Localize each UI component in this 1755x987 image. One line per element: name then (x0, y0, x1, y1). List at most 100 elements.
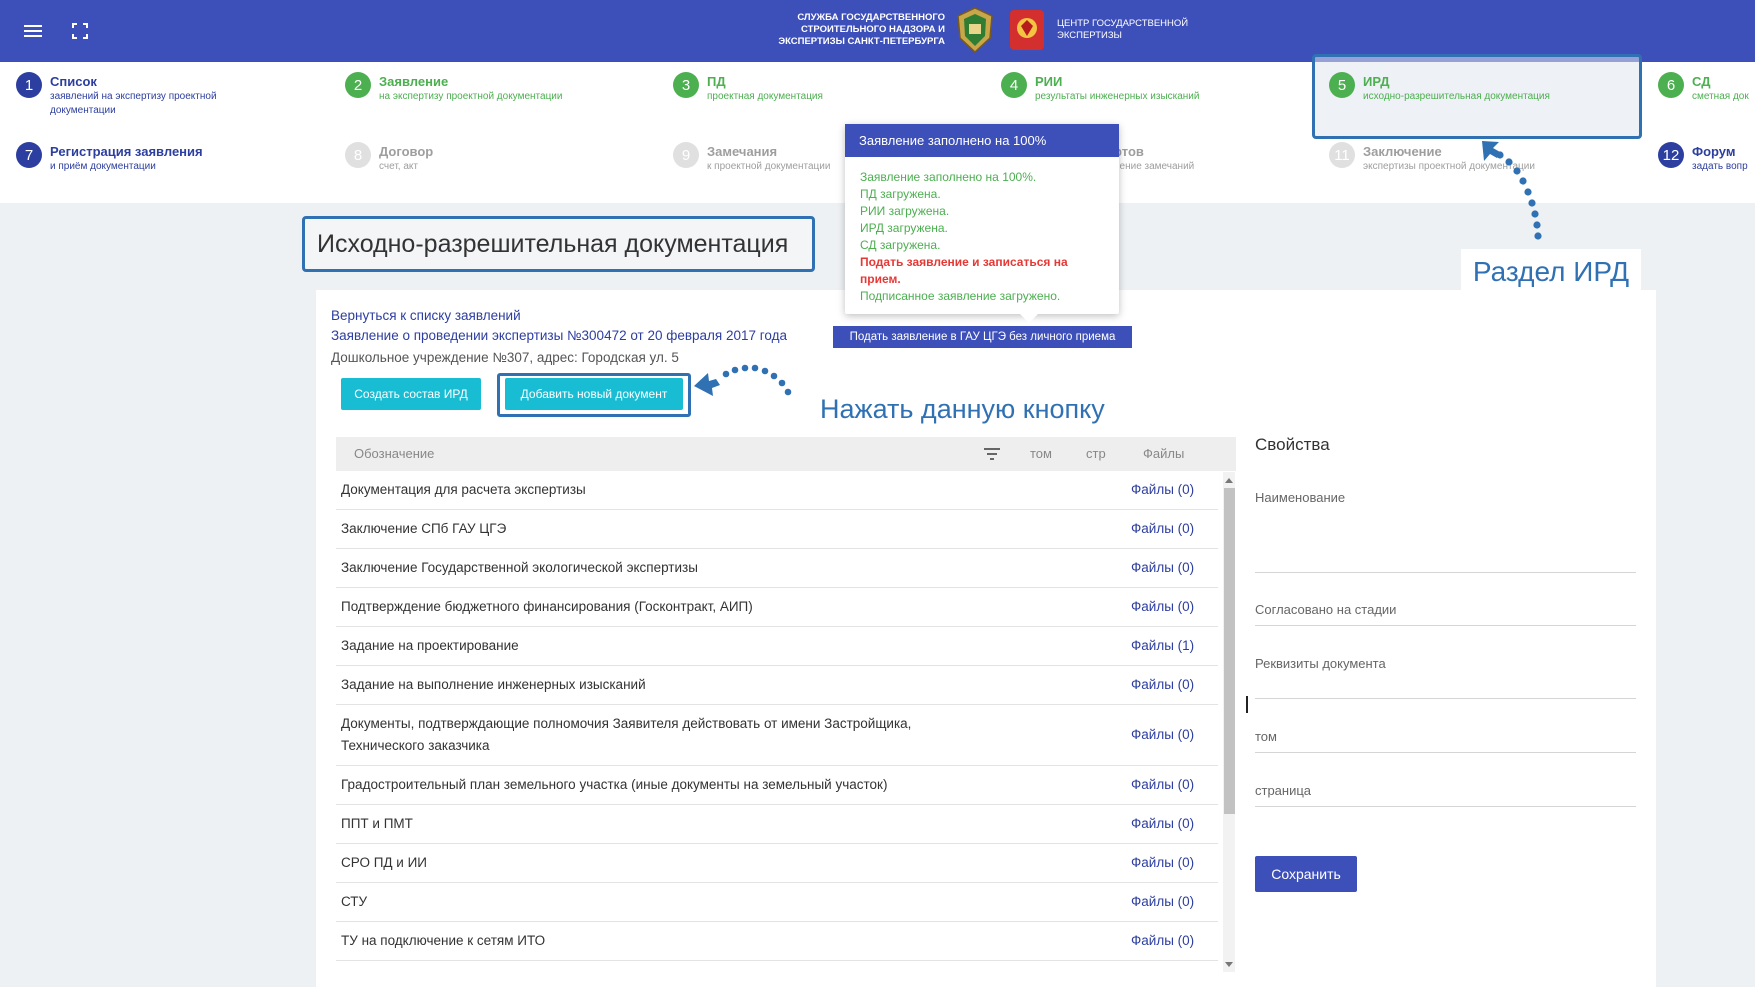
row-name: СТУ (341, 894, 368, 909)
step-title: Форум (1692, 144, 1736, 159)
submit-without-visit-button[interactable]: Подать заявление в ГАУ ЦГЭ без личного п… (833, 326, 1132, 348)
tooltip-title: Заявление заполнено на 100% (845, 124, 1119, 157)
step-title: Регистрация заявления (50, 144, 203, 159)
tooltip-line: Подписанное заявление загружено. (860, 289, 1061, 303)
row-name: Подтверждение бюджетного финансирования … (341, 599, 753, 614)
step-subtitle: проектная документация (707, 91, 823, 102)
table-row[interactable]: СРО ПД и ИИ Файлы (0) (336, 844, 1218, 883)
add-document-button[interactable]: Добавить новый документ (505, 378, 683, 410)
col-page[interactable]: стр (1086, 446, 1106, 461)
volume-input[interactable] (1255, 752, 1636, 753)
step-forum[interactable]: 12 Форум задать вопр (1658, 142, 1748, 174)
step-subtitle: сметная док (1692, 91, 1749, 102)
row-files-link[interactable]: Файлы (1) (1131, 638, 1194, 653)
step-conclusion[interactable]: 11 Заключение экспертизы проектной докум… (1329, 142, 1535, 174)
tooltip-warning: Подать заявление и записаться на прием. (860, 255, 1068, 286)
name-input[interactable] (1255, 572, 1636, 573)
step-number: 7 (16, 142, 42, 168)
step-number: 5 (1329, 72, 1355, 98)
row-files-link[interactable]: Файлы (0) (1131, 777, 1194, 792)
step-title: ртов (1114, 144, 1144, 159)
annotation-click-button: Нажать данную кнопку (820, 394, 1105, 424)
stage-label: Согласовано на стадии (1255, 602, 1397, 617)
back-to-list-link[interactable]: Вернуться к списку заявлений (331, 308, 521, 323)
step-title: ИРД (1363, 74, 1390, 89)
gosstroynadzor-emblem-icon (955, 6, 995, 54)
step-remarks[interactable]: 9 Замечания к проектной документации (673, 142, 830, 174)
step-subtitle: счет, акт (379, 161, 418, 172)
row-files-link[interactable]: Файлы (0) (1131, 816, 1194, 831)
table-row[interactable]: ППТ и ПМТ Файлы (0) (336, 805, 1218, 844)
step-number: 8 (345, 142, 371, 168)
row-name: Градостроительный план земельного участк… (341, 777, 888, 792)
step-title: Заключение (1363, 144, 1442, 159)
step-application[interactable]: 2 Заявление на экспертизу проектной доку… (345, 72, 562, 104)
step-title: Список (50, 74, 97, 89)
step-subtitle: результаты инженерных изысканий (1035, 91, 1200, 102)
table-row[interactable]: Подтверждение бюджетного финансирования … (336, 588, 1218, 627)
table-row[interactable]: Заключение Государственной экологической… (336, 549, 1218, 588)
col-designation[interactable]: Обозначение (354, 446, 434, 461)
step-registration[interactable]: 7 Регистрация заявления и приём документ… (16, 142, 203, 174)
tooltip-line: ИРД загружена. (860, 221, 948, 235)
stage-input[interactable] (1255, 625, 1636, 626)
table-row[interactable]: Документы, подтверждающие полномочия Зая… (336, 705, 1218, 766)
row-name: Задание на выполнение инженерных изыскан… (341, 677, 646, 692)
application-link[interactable]: Заявление о проведении экспертизы №30047… (331, 328, 787, 343)
table-row[interactable]: Задание на проектирование Файлы (1) (336, 627, 1218, 666)
col-files[interactable]: Файлы (1143, 446, 1184, 461)
row-files-link[interactable]: Файлы (0) (1131, 894, 1194, 909)
table-row[interactable]: ТУ на подключение к сетям ИТО Файлы (0) (336, 922, 1218, 961)
step-rii[interactable]: 4 РИИ результаты инженерных изысканий (1001, 72, 1199, 104)
fullscreen-icon[interactable] (67, 18, 93, 44)
row-files-link[interactable]: Файлы (0) (1131, 933, 1194, 948)
table-row[interactable]: СТУ Файлы (0) (336, 883, 1218, 922)
row-files-link[interactable]: Файлы (0) (1131, 482, 1194, 497)
step-list[interactable]: 1 Список заявлений на экспертизу проектн… (16, 72, 217, 118)
hamburger-icon[interactable] (20, 18, 46, 44)
row-name: Заключение Государственной экологической… (341, 560, 698, 575)
requisites-label: Реквизиты документа (1255, 656, 1386, 671)
step-number: 11 (1329, 142, 1355, 168)
step-number: 3 (673, 72, 699, 98)
tooltip-line: РИИ загружена. (860, 204, 950, 218)
row-files-link[interactable]: Файлы (0) (1131, 677, 1194, 692)
org-name-left: СЛУЖБА ГОСУДАРСТВЕННОГО СТРОИТЕЛЬНОГО НА… (778, 12, 945, 47)
table-scrollbar-thumb[interactable] (1224, 488, 1235, 814)
tooltip-line: ПД загружена. (860, 187, 941, 201)
requisites-input[interactable] (1255, 698, 1636, 699)
row-name-line2: Технического заказчика (341, 738, 490, 753)
table-row[interactable]: Документация для расчета экспертизы Файлы… (336, 471, 1218, 510)
table-row[interactable]: Заключение СПб ГАУ ЦГЭ Файлы (0) (336, 510, 1218, 549)
step-title: СД (1692, 74, 1711, 89)
step-responses[interactable]: ртов нение замечаний (1114, 142, 1194, 174)
properties-title: Свойства (1255, 435, 1330, 454)
step-pd[interactable]: 3 ПД проектная документация (673, 72, 823, 104)
row-name: Документация для расчета экспертизы (341, 482, 586, 497)
row-files-link[interactable]: Файлы (0) (1131, 521, 1194, 536)
table-row[interactable]: Градостроительный план земельного участк… (336, 766, 1218, 805)
create-ird-button[interactable]: Создать состав ИРД (341, 378, 481, 410)
save-button[interactable]: Сохранить (1255, 856, 1357, 892)
row-files-link[interactable]: Файлы (0) (1131, 855, 1194, 870)
step-subtitle: экспертизы проектной документации (1363, 161, 1535, 172)
row-files-link[interactable]: Файлы (0) (1131, 599, 1194, 614)
filter-icon[interactable] (984, 447, 1000, 464)
step-subtitle: заявлений на экспертизу проектной (50, 91, 217, 102)
row-name: ППТ и ПМТ (341, 816, 413, 831)
step-sd[interactable]: 6 СД сметная док (1658, 72, 1749, 104)
row-files-link[interactable]: Файлы (0) (1131, 560, 1194, 575)
step-contract[interactable]: 8 Договор счет, акт (345, 142, 433, 174)
col-volume[interactable]: том (1030, 446, 1052, 461)
row-files-link[interactable]: Файлы (0) (1131, 727, 1194, 742)
page-input[interactable] (1255, 806, 1636, 807)
document-list: Документация для расчета экспертизы Файлы… (336, 471, 1218, 961)
step-number: 12 (1658, 142, 1684, 168)
row-name: Документы, подтверждающие полномочия Зая… (341, 716, 912, 731)
step-subtitle: и приём документации (50, 161, 156, 172)
step-number: 1 (16, 72, 42, 98)
table-row[interactable]: Задание на выполнение инженерных изыскан… (336, 666, 1218, 705)
step-ird[interactable]: 5 ИРД исходно-разрешительная документаци… (1329, 72, 1550, 104)
row-name: ТУ на подключение к сетям ИТО (341, 933, 546, 948)
cge-emblem-icon (1007, 6, 1047, 54)
